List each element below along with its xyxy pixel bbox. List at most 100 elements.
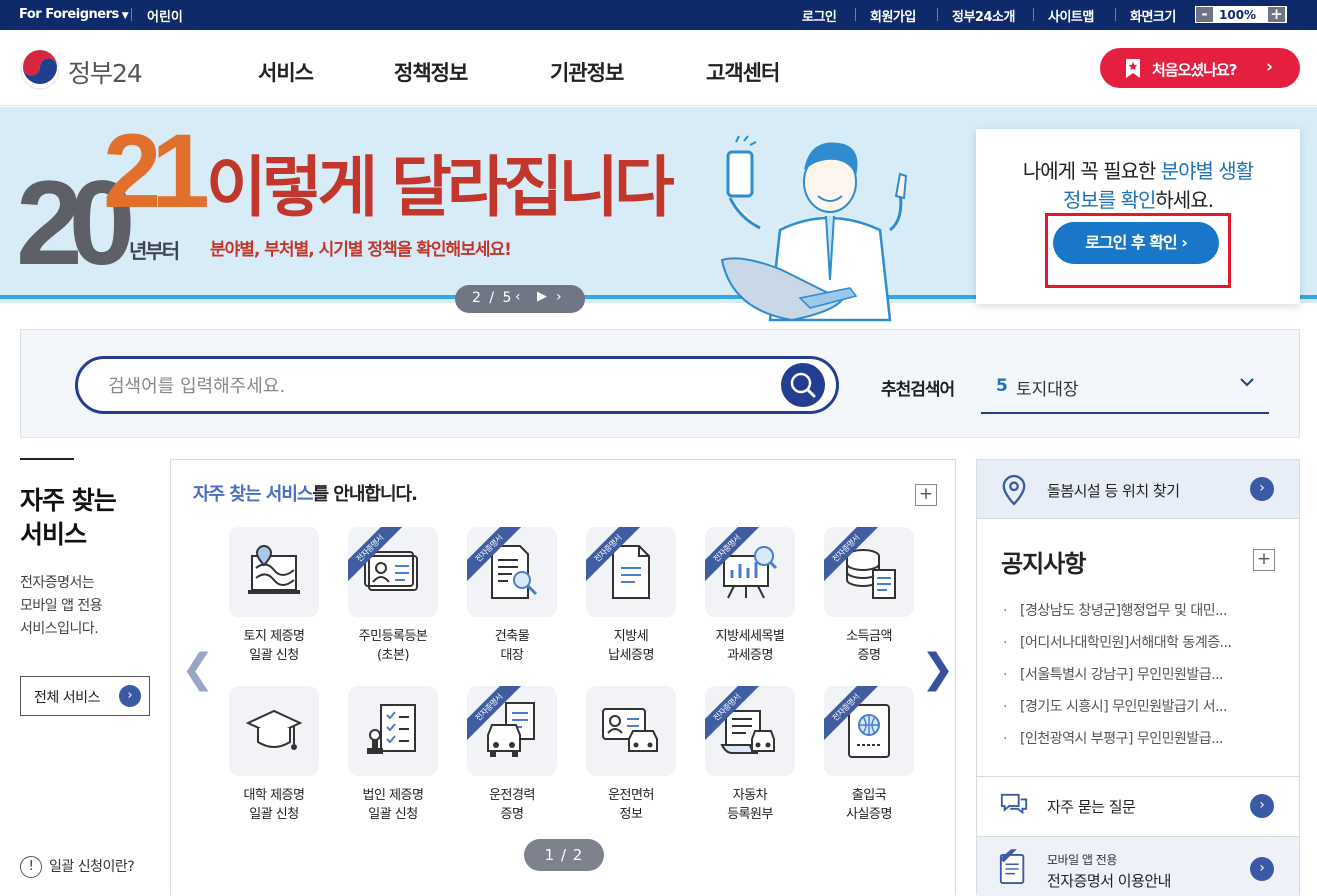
mobile-app-only-label: 모바일 앱 전용 [1047, 853, 1117, 867]
desc-line-3: 서비스입니다. [20, 621, 99, 637]
exclamation-icon: ! [20, 856, 42, 878]
banner-page-indicator: 2 / 5 [472, 290, 514, 306]
foreigners-dropdown[interactable]: For Foreigners ▼ [19, 7, 129, 22]
zoom-in-button[interactable]: + [1268, 7, 1285, 22]
desc-line-2: 모바일 앱 전용 [20, 598, 103, 614]
title-line-1: 자주 찾는 [20, 486, 117, 515]
card-text-2: 하세요. [1155, 188, 1214, 212]
service-item[interactable]: 전자증명서 운전경력 증명 [457, 686, 567, 836]
services-prev-arrow-icon[interactable]: ❮ [181, 646, 215, 692]
notice-item[interactable]: · [경상남도 창녕군]행정업무 및 대민... [1003, 600, 1273, 620]
title-line-2: 서비스 [20, 520, 87, 549]
foreigners-label: For Foreigners [19, 7, 119, 22]
search-button[interactable] [781, 363, 825, 407]
man-with-phone-illustration-icon [720, 135, 908, 322]
main-header: 정부24 서비스 정책정보 기관정보 고객센터 처음오셨나요? › [0, 30, 1317, 106]
all-services-button[interactable]: 전체 서비스 › [20, 676, 150, 716]
banner-year-suffix: 년부터 [129, 239, 180, 263]
map-icon [248, 544, 300, 594]
service-item[interactable]: 전자증명서지방세 납세증명 [576, 527, 686, 677]
service-label: 토지 제증명 일괄 신청 [243, 629, 305, 663]
screen-size-label: 화면크기 [1130, 10, 1176, 25]
service-item[interactable]: 전자증명서 건축물 대장 [457, 527, 567, 677]
notice-item[interactable]: · [인천광역시 부평구] 무인민원발급... [1003, 728, 1273, 748]
banner-play-button[interactable]: ▶ [537, 289, 547, 304]
banner-next-button[interactable]: › [556, 289, 562, 305]
mobile-certificate-guide-row[interactable]: 모바일 앱 전용 전자증명서 이용안내 › [977, 836, 1299, 896]
services-more-button[interactable]: + [915, 484, 937, 506]
divider [131, 8, 132, 21]
section-topline [20, 458, 74, 460]
service-icon-tile: 전자증명서 [705, 686, 795, 776]
taegeuk-logo-icon[interactable] [20, 50, 60, 90]
search-icon [790, 372, 816, 398]
frequent-services-panel: 자주 찾는 서비스를 안내합니다. + ❮ ❯ 토지 제증명 일괄 신청 전자증명서… [170, 459, 956, 895]
service-item[interactable]: 전자증명서 출입국 사실증명 [814, 686, 924, 836]
chevron-right-icon: › [119, 685, 141, 707]
service-label: 지방세 납세증명 [608, 629, 654, 663]
banner-year-21: 21 [103, 113, 210, 230]
notice-item[interactable]: · [서울특별시 강남구] 무인민원발급... [1003, 664, 1273, 684]
nav-customer-center[interactable]: 고객센터 [706, 57, 780, 87]
about-link[interactable]: 정부24소개 [952, 6, 1015, 25]
notice-item[interactable]: · [경기도 시흥시] 무인민원발급기 서... [1003, 696, 1273, 716]
service-icon-tile: 전자증명서 [824, 527, 914, 617]
login-link[interactable]: 로그인 [802, 6, 837, 25]
search-input[interactable] [108, 372, 768, 400]
banner-prev-button[interactable]: ‹ [515, 289, 521, 305]
all-services-label: 전체 서비스 [34, 690, 100, 706]
signup-link[interactable]: 회원가입 [870, 6, 916, 25]
bookmark-star-icon [1126, 59, 1140, 78]
card-text-highlight-1: 분야별 생활 [1160, 159, 1254, 183]
recommended-search-select[interactable]: 5 토지대장 [981, 366, 1269, 414]
card-text-highlight-2: 정보를 확인 [1063, 188, 1156, 212]
service-label: 대학 제증명 일괄 신청 [243, 788, 305, 822]
first-visit-button[interactable]: 처음오셨나요? › [1100, 48, 1300, 88]
chevron-right-icon: › [1250, 794, 1274, 818]
service-item[interactable]: 전자증명서소득금액 증명 [814, 527, 924, 677]
service-icon-tile: 전자증명서 [586, 527, 676, 617]
service-label: 소득금액 증명 [846, 629, 892, 663]
banner-title: 이렇게 달라집니다 [206, 149, 675, 226]
recommended-term[interactable]: 토지대장 [1016, 375, 1079, 400]
service-icon-tile: 전자증명서 [705, 527, 795, 617]
service-item[interactable]: 전자증명서 주민등록등본 (초본) [338, 527, 448, 677]
service-item[interactable]: 법인 제증명 일괄 신청 [338, 686, 448, 836]
card-text-1: 나에게 꼭 필요한 [1022, 159, 1161, 183]
chevron-right-icon: › [1250, 857, 1274, 881]
chat-bubbles-icon [1000, 793, 1028, 815]
service-label: 주민등록등본 (초본) [358, 629, 428, 663]
faq-row[interactable]: 자주 묻는 질문 › [977, 776, 1299, 836]
batch-apply-help-link[interactable]: ! 일괄 신청이란? [20, 856, 135, 878]
recommended-rank: 5 [996, 376, 1008, 396]
zoom-out-button[interactable]: - [1196, 7, 1213, 22]
service-icon-tile [586, 686, 676, 776]
care-facility-finder[interactable]: 돌봄시설 등 위치 찾기 › [977, 460, 1299, 519]
service-item[interactable]: 대학 제증명 일괄 신청 [219, 686, 329, 836]
services-next-arrow-icon[interactable]: ❯ [921, 646, 955, 692]
notice-more-button[interactable]: + [1253, 549, 1275, 571]
search-area: 추천검색어 5 토지대장 [20, 329, 1300, 438]
nav-agency-info[interactable]: 기관정보 [550, 57, 624, 87]
kids-link[interactable]: 어린이 [147, 6, 183, 25]
services-page-indicator: 1 / 2 [524, 839, 604, 871]
frequent-services-title: 자주 찾는서비스 [20, 484, 117, 552]
divider [937, 8, 938, 21]
sitemap-link[interactable]: 사이트맵 [1048, 6, 1094, 25]
notice-item[interactable]: · [어디서나대학민원]서해대학 동계증... [1003, 632, 1273, 652]
service-label: 건축물 대장 [494, 629, 530, 663]
service-item[interactable]: 전자증명서 지방세세목별 과세증명 [695, 527, 805, 677]
location-pin-icon [1002, 474, 1026, 506]
service-item[interactable]: 전자증명서 자동차 등록원부 [695, 686, 805, 836]
personalized-info-text: 나에게 꼭 필요한 분야별 생활 정보를 확인하세요. [976, 157, 1300, 215]
nav-services[interactable]: 서비스 [258, 57, 314, 87]
service-icon-tile [348, 686, 438, 776]
login-check-button[interactable]: 로그인 후 확인 › [1053, 222, 1219, 264]
logo-text[interactable]: 정부24 [68, 54, 143, 90]
service-icon-tile [229, 527, 319, 617]
service-item[interactable]: 토지 제증명 일괄 신청 [219, 527, 329, 677]
service-item[interactable]: 운전면허 정보 [576, 686, 686, 836]
services-panel-title: 자주 찾는 서비스를 안내합니다. [193, 480, 418, 506]
nav-policy-info[interactable]: 정책정보 [394, 57, 468, 87]
chevron-down-icon[interactable] [1239, 374, 1255, 390]
